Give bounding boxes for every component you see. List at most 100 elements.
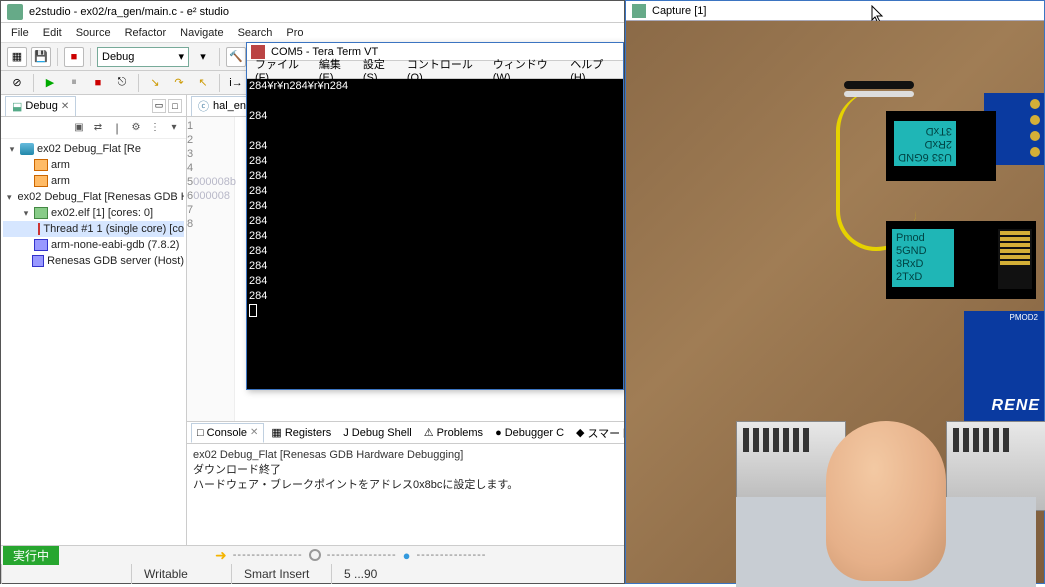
debug-tree[interactable]: ▾ ex02 Debug_Flat [Rearmarm▾ex02 Debug_F… [1, 139, 186, 545]
console-body[interactable]: ex02 Debug_Flat [Renesas GDB Hardware De… [187, 444, 624, 545]
debug-tab-label: Debug [25, 100, 57, 112]
pmod-silk: PMOD2 [1010, 313, 1038, 322]
tree-node[interactable]: arm [3, 173, 184, 189]
wire-black [844, 81, 914, 89]
renesas-board: RENE PMOD2 [964, 311, 1044, 421]
console-line: ダウンロード終了 [193, 463, 618, 478]
link-icon[interactable]: ⇄ [90, 120, 106, 136]
e2-title: e2studio - ex02/ra_gen/main.c - e² studi… [29, 6, 229, 18]
term-line: 284¥r¥n284¥r¥n284 [249, 79, 621, 94]
tree-node[interactable]: arm-none-eabi-gdb (7.8.2) [3, 237, 184, 253]
suspend-icon[interactable]: ⏸ [64, 73, 84, 93]
tree-node[interactable]: Thread #1 1 (single core) [co [3, 221, 184, 237]
save-icon[interactable]: 💾 [31, 47, 51, 67]
term-line [249, 94, 621, 109]
progress-circle-icon [309, 549, 321, 561]
console-line: ハードウェア・ブレークポイントをアドレス0x8bcに設定します。 [193, 478, 618, 493]
tree-node[interactable]: Renesas GDB server (Host) [3, 253, 184, 269]
progress-arrow-icon: ➜ [215, 547, 227, 564]
tab-debug-shell[interactable]: JDebug Shell [338, 423, 416, 443]
e2-titlebar: e2studio - ex02/ra_gen/main.c - e² studi… [1, 1, 624, 23]
instr-step-icon[interactable]: i→ [226, 73, 246, 93]
debug-view: ⬓ Debug ✕ ▭ □ ▣ ⇄ | ⚙ ⋮ ▾ ▾ ex02 Debug_F… [1, 95, 187, 545]
menu-search[interactable]: Search [238, 27, 273, 39]
wire-white [844, 91, 914, 97]
minimize-icon[interactable]: ▭ [152, 99, 166, 113]
finger [826, 421, 946, 581]
capture-window: Capture [1] U33 6GND 2RxD 3TxD [625, 0, 1045, 584]
running-pill: 実行中 [3, 546, 59, 565]
menu-refactor[interactable]: Refactor [125, 27, 167, 39]
menu-icon[interactable]: ▾ [166, 120, 182, 136]
term-line: 284 [249, 244, 621, 259]
progress-dot-icon: ● [403, 548, 411, 563]
e2-app-icon [7, 4, 23, 20]
launch-dropdown-icon[interactable]: ▾ [193, 47, 213, 67]
tt-menubar[interactable]: ファイル(F)編集(E)設定(S)コントロール(O)ウィンドウ(W)ヘルプ(H) [247, 61, 623, 79]
term-line: 284 [249, 199, 621, 214]
renesas-logo: RENE [992, 397, 1040, 415]
tree-node[interactable]: ▾ex02.elf [1] [cores: 0] [3, 205, 184, 221]
term-line: 284 [249, 109, 621, 124]
chevron-down-icon: ▾ [178, 50, 184, 63]
tab-console[interactable]: □Console✕ [191, 423, 264, 443]
tool-icon[interactable]: ⚙ [128, 120, 144, 136]
config-label: Debug [102, 51, 134, 63]
term-line [249, 124, 621, 139]
tree-node[interactable]: ▾ ex02 Debug_Flat [Re [3, 141, 184, 157]
close-icon[interactable]: ✕ [61, 101, 69, 112]
camera-photo: U33 6GND 2RxD 3TxD Pmod 5GND 3RxD 2TxD R… [626, 21, 1044, 583]
e2-menubar[interactable]: File Edit Source Refactor Navigate Search Pro [1, 23, 624, 43]
skip-bkpt-icon[interactable]: ⊘ [7, 73, 27, 93]
tt-terminal[interactable]: 284¥r¥n284¥r¥n28428428428428428428428428… [247, 79, 623, 389]
tab-problems[interactable]: ⚠Problems [419, 423, 488, 443]
menu-navigate[interactable]: Navigate [180, 27, 223, 39]
tab-debugger-c[interactable]: ●Debugger C [490, 423, 569, 443]
term-line: 284 [249, 184, 621, 199]
tree-node[interactable]: ▾ex02 Debug_Flat [Renesas GDB Ha [3, 189, 184, 205]
status-pos: 5 ...90 [331, 564, 431, 584]
status-writable: Writable [131, 564, 231, 584]
progress-dashes: --------------- [233, 549, 303, 561]
disconnect-icon[interactable]: ⎋ [112, 73, 132, 93]
console-header: ex02 Debug_Flat [Renesas GDB Hardware De… [193, 448, 618, 463]
cap-titlebar[interactable]: Capture [1] [626, 1, 1044, 21]
collapse-icon[interactable]: ▣ [71, 120, 87, 136]
tab--[interactable]: ◆スマート・ブラ [571, 423, 624, 443]
tab-registers[interactable]: ▦Registers [266, 423, 336, 443]
bottom-views: □Console✕▦RegistersJDebug Shell⚠Problems… [187, 421, 624, 545]
tool2-icon[interactable]: ⋮ [147, 120, 163, 136]
menu-source[interactable]: Source [76, 27, 111, 39]
maximize-icon[interactable]: □ [168, 99, 182, 113]
term-line: 284 [249, 214, 621, 229]
term-line: 284 [249, 289, 621, 304]
menu-edit[interactable]: Edit [43, 27, 62, 39]
cap-app-icon [632, 4, 646, 18]
grid-icon[interactable]: ▦ [7, 47, 27, 67]
term-line: 284 [249, 229, 621, 244]
e2-statusbar: 実行中 ➜ --------------- --------------- ● … [1, 545, 624, 583]
stop-icon[interactable]: ■ [64, 47, 84, 67]
term-line: 284 [249, 274, 621, 289]
term-line: 284 [249, 154, 621, 169]
config-select[interactable]: Debug ▾ [97, 47, 189, 67]
menu-file[interactable]: File [11, 27, 29, 39]
term-line: 284 [249, 139, 621, 154]
tab-debug[interactable]: ⬓ Debug ✕ [5, 96, 76, 116]
terminate-icon[interactable]: ■ [88, 73, 108, 93]
status-insert: Smart Insert [231, 564, 331, 584]
chip2-label: Pmod 5GND 3RxD 2TxD [892, 229, 954, 287]
tree-node[interactable]: arm [3, 157, 184, 173]
menu-pro[interactable]: Pro [286, 27, 303, 39]
term-line: 284 [249, 259, 621, 274]
step-into-icon[interactable]: ↘ [145, 73, 165, 93]
chip1-label: U33 6GND 2RxD 3TxD [894, 121, 956, 166]
term-line: 284 [249, 169, 621, 184]
build-icon[interactable]: 🔨 [226, 47, 246, 67]
step-over-icon[interactable]: ↷ [169, 73, 189, 93]
teraterm-window: COM5 - Tera Term VT ファイル(F)編集(E)設定(S)コント… [246, 42, 624, 390]
resume-icon[interactable]: ▶ [40, 73, 60, 93]
debug-view-toolbar: ▣ ⇄ | ⚙ ⋮ ▾ [1, 117, 186, 139]
step-return-icon[interactable]: ↖ [193, 73, 213, 93]
cap-title: Capture [1] [652, 5, 706, 17]
